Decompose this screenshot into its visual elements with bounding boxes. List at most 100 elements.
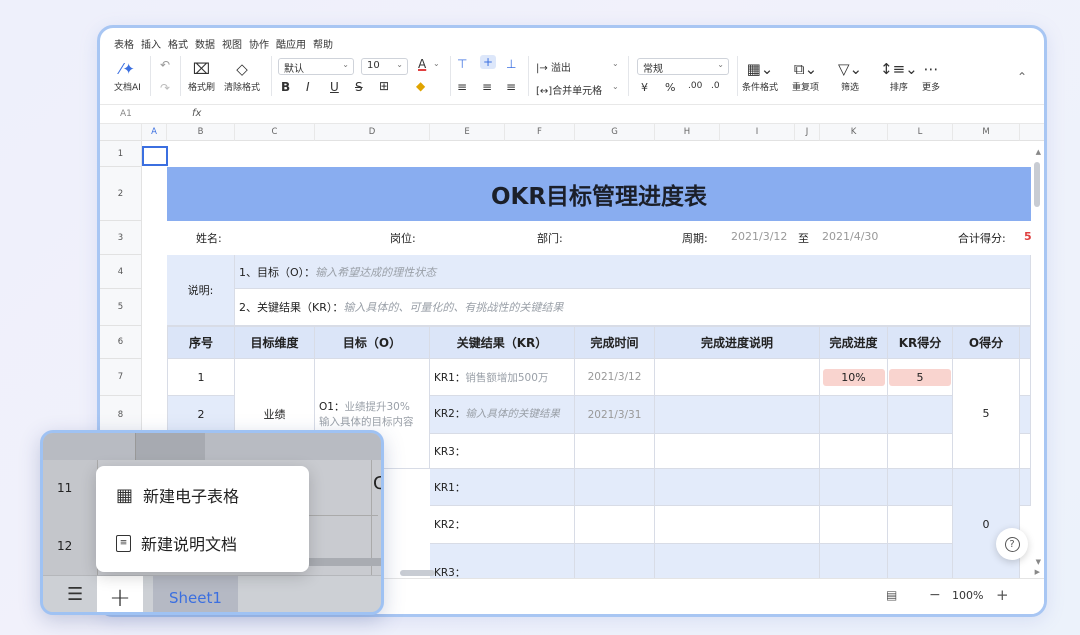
o-score-cell-2[interactable]: 0 bbox=[953, 469, 1020, 581]
column-header[interactable]: G bbox=[575, 124, 655, 141]
row-header[interactable]: 2 bbox=[100, 167, 142, 221]
row-header[interactable]: 5 bbox=[100, 289, 142, 326]
column-header[interactable]: C bbox=[235, 124, 315, 141]
zoom-out-button[interactable]: − bbox=[929, 587, 941, 603]
menu-collab[interactable]: 协作 bbox=[249, 36, 269, 52]
selected-cell-a1[interactable] bbox=[142, 146, 168, 166]
horizontal-scrollbar[interactable] bbox=[400, 570, 435, 576]
align-middle-icon[interactable]: + bbox=[480, 55, 497, 69]
row-header[interactable]: 6 bbox=[100, 326, 142, 359]
column-header[interactable]: A bbox=[142, 124, 167, 141]
fill-color-icon[interactable]: ◆ bbox=[416, 79, 425, 93]
strikethrough-button[interactable]: S bbox=[355, 80, 363, 94]
kr1-cell-2[interactable]: KR1： bbox=[430, 469, 575, 506]
menu-data[interactable]: 数据 bbox=[195, 36, 215, 52]
merge-cells-button[interactable]: [↔]合并单元格 bbox=[536, 82, 602, 97]
column-header[interactable]: F bbox=[505, 124, 575, 141]
underline-button[interactable]: U bbox=[330, 80, 339, 94]
column-header[interactable]: M bbox=[953, 124, 1020, 141]
decrease-decimal-button[interactable]: .0 bbox=[711, 81, 720, 91]
total-score[interactable]: 5 bbox=[1024, 230, 1032, 243]
new-spreadsheet-item[interactable]: ▦ 新建电子表格 bbox=[96, 471, 309, 519]
table-row-no[interactable]: 2 bbox=[167, 396, 235, 434]
scroll-right-icon[interactable]: ▶ bbox=[1035, 568, 1040, 576]
currency-button[interactable]: ¥ bbox=[641, 81, 648, 94]
row-header[interactable]: 3 bbox=[100, 221, 142, 255]
overflow-select[interactable]: |→ 溢出 bbox=[536, 59, 571, 74]
kr2-cell[interactable]: KR2：输入具体的关键结果 bbox=[430, 396, 575, 434]
row-header[interactable]: 1 bbox=[100, 141, 142, 167]
increase-decimal-button[interactable]: .00 bbox=[688, 81, 702, 91]
desc-line1[interactable]: 1、目标（O）： 输入希望达成的理性状态 bbox=[235, 255, 1031, 289]
column-header[interactable]: E bbox=[430, 124, 505, 141]
scroll-down-icon[interactable]: ▼ bbox=[1036, 558, 1041, 566]
align-center-icon[interactable]: ≡ bbox=[482, 80, 492, 94]
align-bottom-icon[interactable]: ⊥ bbox=[506, 57, 516, 71]
column-header[interactable]: D bbox=[315, 124, 430, 141]
corner-cell[interactable] bbox=[100, 124, 142, 141]
menu-help[interactable]: 帮助 bbox=[313, 36, 333, 52]
add-sheet-button[interactable]: + bbox=[97, 576, 143, 612]
font-color-button[interactable]: A bbox=[418, 57, 426, 71]
zoom-level[interactable]: 100% bbox=[952, 589, 983, 602]
kr1-cell[interactable]: KR1： 销售额增加500万 bbox=[430, 359, 575, 396]
more-button[interactable]: ⋯ 更多 bbox=[922, 58, 940, 93]
bold-button[interactable]: B bbox=[281, 80, 290, 94]
column-header[interactable]: J bbox=[795, 124, 820, 141]
sort-button[interactable]: ↕≡⌄ 排序 bbox=[880, 58, 918, 93]
sheet-title[interactable]: OKR目标管理进度表 bbox=[167, 167, 1031, 221]
table-row-no[interactable]: 1 bbox=[167, 359, 235, 396]
duplicates-button[interactable]: ⧉⌄ 重复项 bbox=[792, 58, 819, 93]
border-icon[interactable]: ⊞ bbox=[379, 79, 389, 93]
kr1-score-cell[interactable]: 5 bbox=[888, 359, 953, 396]
font-size-select[interactable]: 10 ⌄ bbox=[361, 58, 408, 75]
column-header[interactable]: K bbox=[820, 124, 888, 141]
scroll-up-icon[interactable]: ▲ bbox=[1036, 148, 1041, 156]
format-brush-button[interactable]: ⌧ 格式刷 bbox=[188, 58, 215, 93]
o-score-cell[interactable]: 5 bbox=[953, 359, 1020, 469]
column-header[interactable]: I bbox=[720, 124, 795, 141]
kr1-progress-cell[interactable]: 10% bbox=[820, 359, 888, 396]
kr3-cell-2[interactable]: KR3： bbox=[430, 544, 575, 581]
align-right-icon[interactable]: ≡ bbox=[506, 80, 516, 94]
kr1-desc[interactable] bbox=[655, 359, 820, 396]
redo-icon[interactable]: ↷ bbox=[160, 81, 170, 95]
kr2-score[interactable] bbox=[888, 396, 953, 434]
vertical-scrollbar[interactable] bbox=[1034, 162, 1040, 207]
number-format-select[interactable]: 常规 ⌄ bbox=[637, 58, 729, 75]
kr2-progress[interactable] bbox=[820, 396, 888, 434]
menu-format[interactable]: 格式 bbox=[168, 36, 188, 52]
kr2-time[interactable]: 2021/3/31 bbox=[575, 396, 655, 434]
italic-button[interactable]: I bbox=[306, 80, 310, 94]
sheet-layout-icon[interactable]: ▤ bbox=[886, 588, 897, 602]
clear-format-button[interactable]: ◇ 清除格式 bbox=[224, 58, 260, 93]
filter-button[interactable]: ▽⌄ 筛选 bbox=[838, 58, 862, 93]
align-top-icon[interactable]: ⊤ bbox=[457, 57, 467, 71]
kr3-cell[interactable]: KR3： bbox=[430, 434, 575, 469]
row-header[interactable]: 7 bbox=[100, 359, 142, 396]
undo-icon[interactable]: ↶ bbox=[160, 58, 170, 72]
kr2-cell-2[interactable]: KR2： bbox=[430, 506, 575, 544]
period-start[interactable]: 2021/3/12 bbox=[731, 230, 787, 243]
column-header[interactable]: L bbox=[888, 124, 953, 141]
desc-line2[interactable]: 2、关键结果（KR）： 输入具体的、可量化的、有挑战性的关键结果 bbox=[235, 289, 1031, 326]
collapse-toolbar-icon[interactable]: ⌃ bbox=[1017, 70, 1027, 84]
column-header[interactable]: H bbox=[655, 124, 720, 141]
kr2-desc[interactable] bbox=[655, 396, 820, 434]
align-left-icon[interactable]: ≡ bbox=[457, 80, 467, 94]
sheet-list-icon[interactable]: ☰ bbox=[67, 584, 83, 605]
sheet-tab-sheet1[interactable]: Sheet1 bbox=[153, 576, 238, 612]
conditional-format-button[interactable]: ▦⌄ 条件格式 bbox=[742, 58, 778, 93]
row-header[interactable]: 4 bbox=[100, 255, 142, 289]
font-select[interactable]: 默认 ⌄ bbox=[278, 58, 354, 75]
new-doc-item[interactable]: ≡ 新建说明文档 bbox=[96, 519, 309, 567]
doc-ai-button[interactable]: ⁄✦ 文档AI bbox=[114, 58, 141, 93]
menu-insert[interactable]: 插入 bbox=[141, 36, 161, 52]
row-header[interactable]: 8 bbox=[100, 396, 142, 434]
zoom-in-button[interactable]: + bbox=[996, 586, 1009, 604]
percent-button[interactable]: % bbox=[665, 81, 675, 94]
column-header[interactable]: B bbox=[167, 124, 235, 141]
kr1-time[interactable]: 2021/3/12 bbox=[575, 359, 655, 396]
cell-reference[interactable]: A1 bbox=[120, 109, 132, 119]
menu-apps[interactable]: 酷应用 bbox=[276, 36, 306, 52]
